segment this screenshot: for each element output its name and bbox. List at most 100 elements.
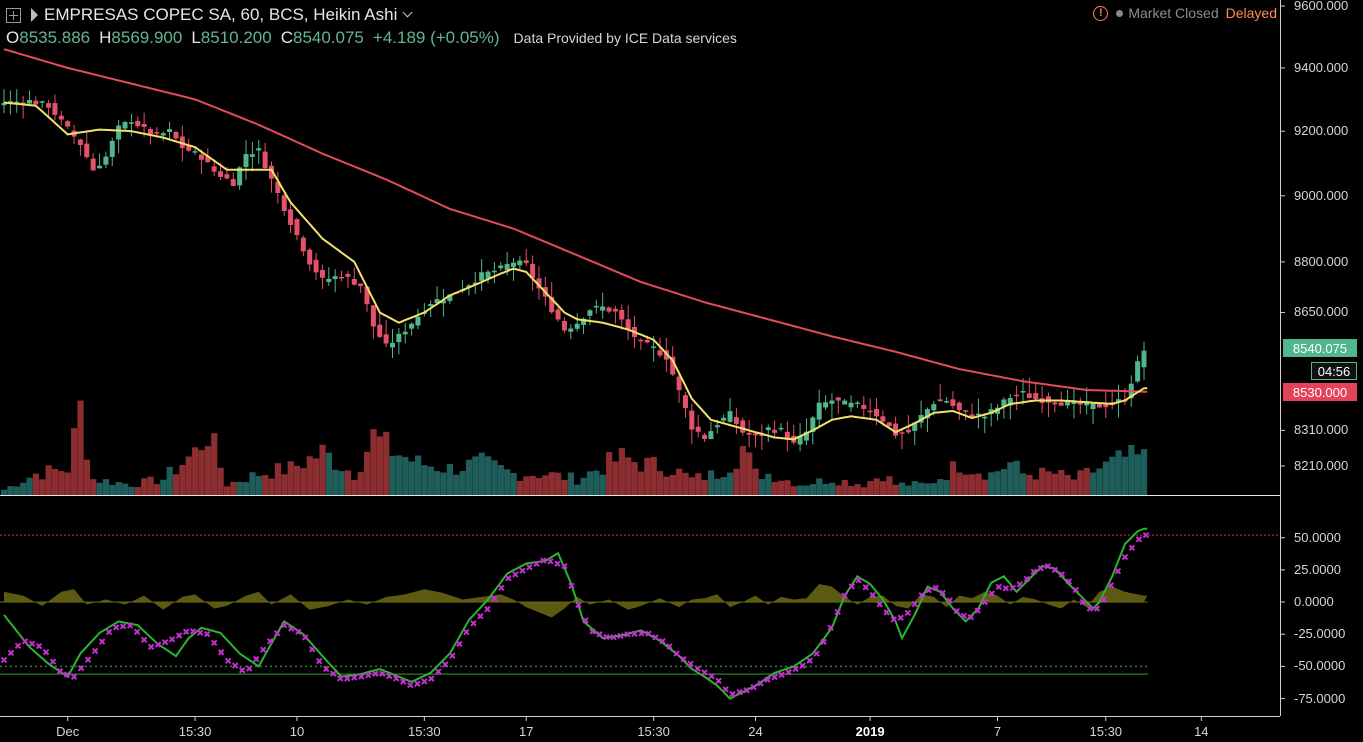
candle-body[interactable] bbox=[262, 151, 268, 169]
candle-body[interactable] bbox=[829, 400, 835, 404]
volume-bar[interactable] bbox=[1077, 470, 1084, 495]
oscillator-slow-marker[interactable] bbox=[35, 642, 43, 650]
candle-body[interactable] bbox=[510, 262, 516, 267]
volume-bar[interactable] bbox=[243, 482, 250, 495]
candle-body[interactable] bbox=[351, 278, 357, 285]
oscillator-slow-marker[interactable] bbox=[505, 575, 512, 582]
volume-bar[interactable] bbox=[676, 468, 683, 495]
candle-body[interactable] bbox=[746, 432, 752, 435]
oscillator-slow-marker[interactable] bbox=[0, 656, 8, 664]
volume-bar[interactable] bbox=[593, 470, 600, 495]
oscillator-slow-marker[interactable] bbox=[210, 639, 218, 647]
delayed-label[interactable]: Delayed bbox=[1226, 5, 1277, 21]
candle-body[interactable] bbox=[428, 304, 434, 307]
volume-bar[interactable] bbox=[797, 485, 804, 495]
volume-bar[interactable] bbox=[828, 482, 836, 495]
volume-bar[interactable] bbox=[873, 478, 880, 495]
volume-bar[interactable] bbox=[529, 475, 536, 495]
oscillator-slow-marker[interactable] bbox=[245, 665, 253, 672]
volume-bar[interactable] bbox=[1026, 474, 1033, 495]
volume-bar[interactable] bbox=[122, 483, 129, 495]
oscillator-slow-marker[interactable] bbox=[1121, 553, 1129, 561]
oscillator-slow-marker[interactable] bbox=[778, 671, 785, 678]
oscillator-slow-marker[interactable] bbox=[365, 671, 372, 679]
volume-bar[interactable] bbox=[841, 479, 848, 495]
volume-bar[interactable] bbox=[230, 481, 237, 495]
candle-body[interactable] bbox=[893, 423, 899, 436]
volume-bar[interactable] bbox=[720, 477, 727, 495]
candle-body[interactable] bbox=[886, 422, 892, 427]
oscillator-slow-marker[interactable] bbox=[519, 567, 526, 574]
volume-bar[interactable] bbox=[969, 474, 976, 495]
candle-body[interactable] bbox=[1045, 396, 1051, 403]
volume-bar[interactable] bbox=[383, 431, 390, 495]
volume-bar[interactable] bbox=[886, 476, 893, 495]
volume-bar[interactable] bbox=[707, 470, 715, 495]
candle-body[interactable] bbox=[721, 417, 727, 421]
volume-bar[interactable] bbox=[580, 477, 587, 495]
volume-bar[interactable] bbox=[1070, 479, 1078, 495]
volume-bar[interactable] bbox=[1032, 479, 1039, 495]
volume-bar[interactable] bbox=[300, 468, 307, 495]
candle-body[interactable] bbox=[313, 259, 319, 273]
volume-bar[interactable] bbox=[1134, 454, 1141, 495]
oscillator-slow-marker[interactable] bbox=[421, 678, 428, 685]
volume-bar[interactable] bbox=[1115, 450, 1122, 495]
volume-bar[interactable] bbox=[478, 452, 485, 495]
volume-bar[interactable] bbox=[134, 487, 141, 495]
candle-body[interactable] bbox=[714, 425, 720, 428]
oscillator-slow-marker[interactable] bbox=[1135, 536, 1143, 543]
volume-bar[interactable] bbox=[338, 471, 345, 495]
candle-body[interactable] bbox=[211, 166, 217, 172]
candle-body[interactable] bbox=[963, 410, 969, 412]
volume-bar[interactable] bbox=[816, 478, 823, 495]
oscillator-slow-marker[interactable] bbox=[7, 649, 15, 657]
volume-bar[interactable] bbox=[344, 470, 352, 495]
volume-bar[interactable] bbox=[860, 487, 867, 495]
candle-body[interactable] bbox=[504, 264, 510, 270]
volume-bar[interactable] bbox=[1109, 456, 1116, 495]
oscillator-slow-marker[interactable] bbox=[904, 609, 911, 617]
volume-bar[interactable] bbox=[491, 460, 498, 495]
oscillator-slow-marker[interactable] bbox=[203, 630, 211, 638]
candle-body[interactable] bbox=[39, 101, 45, 103]
volume-bar[interactable] bbox=[223, 486, 231, 495]
volume-bar[interactable] bbox=[911, 481, 918, 495]
candle-body[interactable] bbox=[778, 427, 784, 430]
oscillator-fast-line[interactable] bbox=[3, 527, 1148, 700]
candle-body[interactable] bbox=[396, 333, 402, 343]
volume-bar[interactable] bbox=[32, 473, 40, 495]
volume-bar[interactable] bbox=[746, 452, 753, 495]
candle-body[interactable] bbox=[377, 324, 383, 337]
candle-body[interactable] bbox=[109, 140, 115, 157]
volume-bar[interactable] bbox=[427, 466, 434, 495]
volume-bar[interactable] bbox=[211, 433, 218, 495]
volume-bar[interactable] bbox=[612, 461, 619, 495]
candle-body[interactable] bbox=[498, 265, 504, 269]
oscillator-slow-marker[interactable] bbox=[687, 660, 694, 668]
oscillator-slow-marker[interactable] bbox=[484, 605, 491, 613]
volume-bar[interactable] bbox=[77, 400, 84, 495]
candle-body[interactable] bbox=[46, 103, 52, 108]
volume-bar[interactable] bbox=[1096, 468, 1103, 495]
candle-body[interactable] bbox=[307, 249, 313, 265]
candle-body[interactable] bbox=[848, 402, 854, 408]
candle-body[interactable] bbox=[65, 121, 71, 127]
oscillator-slow-marker[interactable] bbox=[1114, 567, 1122, 575]
ema-slow-line[interactable] bbox=[3, 48, 1148, 393]
expand-icon[interactable] bbox=[6, 7, 21, 23]
volume-bar[interactable] bbox=[777, 480, 785, 495]
volume-bar[interactable] bbox=[389, 455, 396, 495]
candle-body[interactable] bbox=[122, 122, 128, 129]
volume-bar[interactable] bbox=[364, 451, 371, 495]
candle-body[interactable] bbox=[708, 431, 714, 440]
candle-body[interactable] bbox=[600, 306, 606, 311]
volume-bar[interactable] bbox=[459, 470, 466, 495]
candle-body[interactable] bbox=[861, 404, 867, 409]
oscillator-slow-marker[interactable] bbox=[715, 677, 722, 685]
candle-body[interactable] bbox=[128, 122, 134, 124]
volume-bar[interactable] bbox=[586, 471, 594, 495]
oscillator-slow-marker[interactable] bbox=[42, 649, 50, 656]
volume-bar[interactable] bbox=[758, 479, 766, 495]
candle-body[interactable] bbox=[491, 270, 497, 273]
